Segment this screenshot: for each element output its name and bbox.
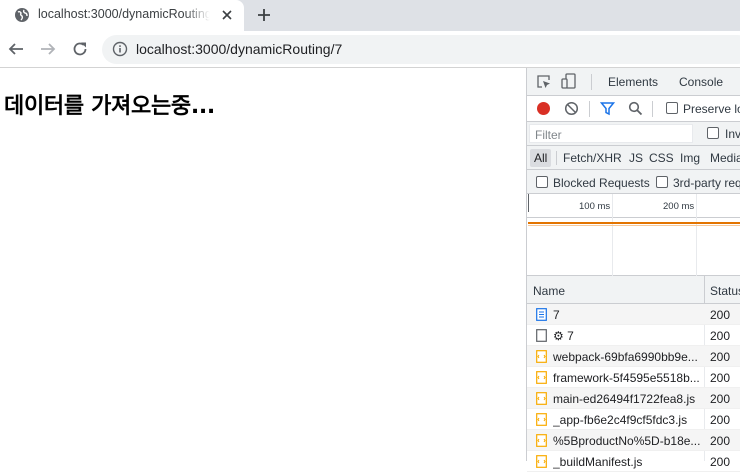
script-icon [536,392,547,405]
preserve-log-checkbox[interactable] [666,102,678,114]
request-status: 200 [710,329,731,343]
script-icon [536,371,547,384]
network-table-header: Name Status [527,276,740,304]
script-icon [536,413,547,426]
separator [589,101,590,117]
timeline-grid-line [612,194,613,276]
blocked-bar: Blocked Requests 3rd-party req [527,170,740,194]
request-status: 200 [710,371,731,385]
timeline-load-bar-secondary [528,225,740,226]
separator [591,74,592,90]
request-name: main-ed26494f1722fea8.js [553,392,696,406]
timeline-tick-label: 200 ms [663,201,695,212]
request-name: framework-5f4595e5518b... [553,371,700,385]
type-filter-label: All [534,151,548,165]
document-icon [536,308,547,321]
table-row[interactable]: ⚙ 7 200 [527,325,740,346]
request-status: 200 [710,413,731,427]
inspect-element-icon[interactable] [536,74,552,90]
column-divider[interactable] [704,276,705,304]
request-status: 200 [710,455,731,469]
type-filter-fetch-xhr[interactable]: Fetch/XHR [563,151,622,165]
request-status: 200 [710,434,731,448]
blocked-requests-checkbox[interactable] [536,176,548,188]
request-status: 200 [710,392,731,406]
table-row[interactable]: %5BproductNo%5D-b18e... 200 [527,430,740,451]
invert-checkbox[interactable] [707,127,719,139]
table-row[interactable]: main-ed26494f1722fea8.js 200 [527,388,740,409]
record-icon[interactable] [536,101,551,116]
network-action-bar: Preserve lo [527,96,740,122]
table-row[interactable]: 7 200 [527,304,740,325]
separator [556,151,557,165]
request-status: 200 [710,308,731,322]
table-row[interactable]: webpack-69bfa6990bb9e... 200 [527,346,740,367]
type-filter-css[interactable]: CSS [649,151,674,165]
timeline-overview[interactable]: 100 ms 200 ms [527,194,740,276]
third-party-checkbox[interactable] [656,176,668,188]
filter-bar: Filter Inv [527,122,740,146]
script-icon [536,350,547,363]
page-heading: 데이터를 가져오는중... [4,94,215,119]
globe-icon [14,7,30,23]
request-name: 7 [553,308,560,322]
request-name: ⚙ 7 [553,329,574,343]
blocked-requests-label: Blocked Requests [553,176,650,190]
back-icon[interactable] [7,40,25,58]
tab-console[interactable]: Console [679,75,723,89]
url-text[interactable]: localhost:3000/dynamicRouting/7 [136,41,342,57]
request-status: 200 [710,350,731,364]
device-toggle-icon[interactable] [561,73,577,90]
table-row[interactable]: _app-fb6e2c4f9cf5fdc3.js 200 [527,409,740,430]
column-name[interactable]: Name [533,284,565,298]
column-status[interactable]: Status [710,284,740,298]
table-row[interactable]: _buildManifest.js 200 [527,451,740,472]
preserve-log-label: Preserve lo [683,102,740,116]
type-filter-media[interactable]: Media [710,151,740,165]
tab-title: localhost:3000/dynamicRouting/7 [38,7,210,21]
info-icon[interactable] [112,41,128,57]
timeline-ruler [527,194,740,218]
invert-label: Inv [725,127,740,141]
third-party-label: 3rd-party req [673,176,740,190]
timeline-grid-line [696,194,697,276]
close-tab-icon[interactable] [219,7,235,23]
type-filter-all[interactable]: All [530,149,551,167]
search-icon[interactable] [628,101,643,116]
table-row[interactable]: framework-5f4595e5518b... 200 [527,367,740,388]
forward-icon[interactable] [39,40,57,58]
timeline-start-marker [528,194,529,212]
request-name: _buildManifest.js [553,455,643,469]
type-filter-img[interactable]: Img [680,151,700,165]
new-tab-icon[interactable] [255,6,273,24]
devtools-tabbar: Elements Console [527,68,740,96]
type-filter-js[interactable]: JS [629,151,643,165]
blank-file-icon [536,329,547,342]
type-filter-bar: All Fetch/XHR JS CSS Img Media [527,146,740,170]
tab-elements[interactable]: Elements [608,75,658,89]
separator [652,101,653,117]
filter-input[interactable]: Filter [529,124,693,143]
reload-icon[interactable] [71,40,89,58]
devtools-panel: Elements Console Preserve lo Filter Inv … [526,68,740,472]
timeline-load-bar [528,222,740,224]
filter-placeholder: Filter [535,128,562,142]
filter-icon[interactable] [600,101,615,116]
request-name: _app-fb6e2c4f9cf5fdc3.js [553,413,688,427]
request-name: webpack-69bfa6990bb9e... [553,350,698,364]
request-name: %5BproductNo%5D-b18e... [553,434,701,448]
timeline-tick-label: 100 ms [579,201,611,212]
script-icon [536,455,547,468]
script-icon [536,434,547,447]
clear-icon[interactable] [564,101,579,116]
